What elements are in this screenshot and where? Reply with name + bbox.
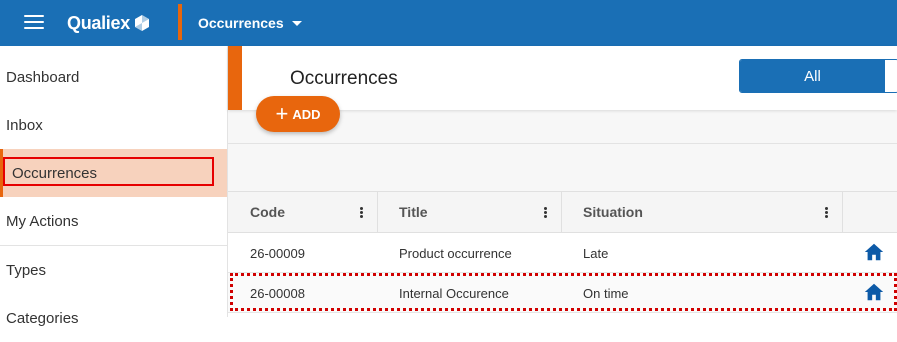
sidebar-item-types[interactable]: Types [0,246,227,294]
sidebar: Dashboard Inbox Occurrences My Actions T… [0,46,228,327]
sidebar-item-label: Dashboard [6,68,80,86]
table-row[interactable]: 26-00009 Product occurrence Late [228,233,897,273]
selection-highlight-box [3,157,214,186]
cell-situation: Late [583,245,609,261]
plus-icon: + [275,101,289,126]
column-menu-icon[interactable] [825,207,828,218]
menu-icon[interactable] [24,15,44,30]
sidebar-item-label: My Actions [6,212,79,230]
column-header-label: Title [399,204,428,220]
sidebar-item-label: Types [6,261,47,279]
column-header-label: Situation [583,204,643,220]
add-button-label: ADD [292,106,321,122]
column-header-code[interactable]: Code [228,192,378,232]
add-button[interactable]: + ADD [256,96,340,132]
chevron-down-icon [291,20,302,26]
sidebar-item-my-actions[interactable]: My Actions [0,197,227,245]
sidebar-item-label: Inbox [6,116,43,134]
topbar-divider [178,4,182,40]
header-accent-bar [228,46,242,110]
brand-name: Qualiex [67,12,130,33]
filter-all-button[interactable]: All [740,60,885,92]
column-header-situation[interactable]: Situation [562,192,843,232]
column-menu-icon[interactable] [360,207,363,218]
module-label: Occurrences [198,15,284,31]
sidebar-item-dashboard[interactable]: Dashboard [0,53,227,101]
column-menu-icon[interactable] [544,207,547,218]
top-app-bar: Qualiex Occurrences [0,0,897,46]
sidebar-item-label: Categories [6,309,79,327]
filter-segmented-control: All [739,59,897,93]
module-dropdown[interactable]: Occurrences [198,12,302,34]
column-header-actions [843,192,897,232]
table-header: Code Title Situation [228,191,897,233]
cell-title: Product occurrence [399,245,512,261]
toolbar-divider [228,143,897,144]
column-header-label: Code [250,204,285,220]
qualiex-logo-icon [134,15,149,31]
sidebar-item-inbox[interactable]: Inbox [0,101,227,149]
page-title: Occurrences [290,68,398,89]
cell-code: 26-00009 [250,245,305,261]
brand-logo[interactable]: Qualiex [67,11,151,35]
row-highlight-box [230,273,897,311]
home-icon[interactable] [863,241,885,263]
column-header-title[interactable]: Title [378,192,562,232]
sidebar-item-categories[interactable]: Categories [0,294,227,342]
